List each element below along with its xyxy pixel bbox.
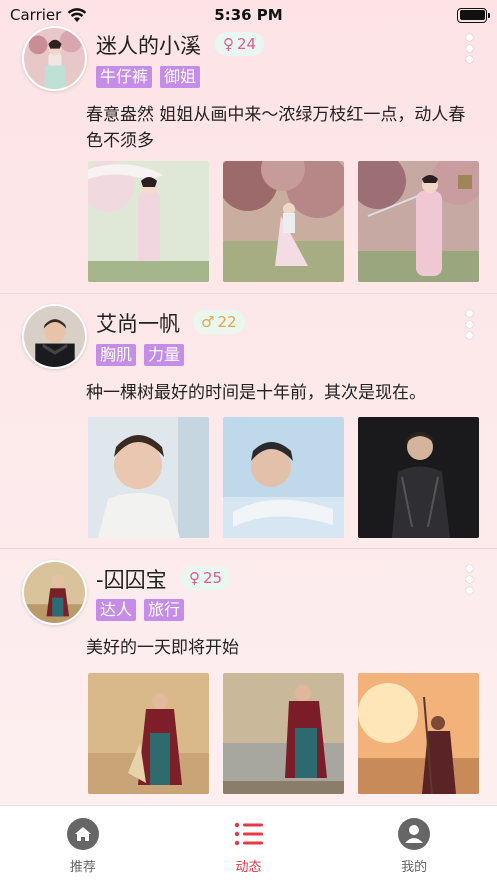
user-name[interactable]: -囚囚宝 [96, 564, 167, 594]
photo-grid [88, 673, 479, 794]
tag[interactable]: 旅行 [144, 599, 185, 621]
more-icon[interactable] [463, 310, 475, 339]
photo-grid [88, 161, 479, 282]
gender-age-badge: ♀ 25 [181, 566, 231, 590]
avatar-image [24, 562, 85, 623]
home-icon [66, 818, 99, 850]
female-icon: ♀ [223, 35, 234, 53]
tab-moments[interactable]: 动态 [166, 806, 332, 883]
post-photo[interactable] [88, 417, 209, 538]
tag[interactable]: 力量 [144, 344, 185, 366]
age-label: 24 [237, 35, 257, 53]
gender-age-badge: ♂ 22 [193, 310, 245, 334]
post-card[interactable]: -囚囚宝 ♀ 25 达人 旅行 美好的一天即将开始 [0, 549, 497, 806]
post-card[interactable]: 迷人的小溪 ♀ 24 牛仔裤 御姐 春意盎然 姐姐从画中来～浓绿万枝红一点，动人… [0, 0, 497, 294]
avatar[interactable] [22, 560, 87, 625]
post-photo[interactable] [223, 417, 344, 538]
tag[interactable]: 达人 [96, 599, 137, 621]
post-content: 美好的一天即将开始 [86, 638, 239, 658]
post-photo[interactable] [358, 417, 479, 538]
tag-list: 胸肌 力量 [96, 344, 185, 366]
post-photo[interactable] [358, 673, 479, 794]
age-label: 25 [203, 569, 223, 587]
post-photo[interactable] [223, 161, 344, 282]
tab-bar: 推荐 动态 我的 [0, 805, 497, 883]
tag-list: 牛仔裤 御姐 [96, 66, 201, 88]
avatar-image [24, 28, 85, 89]
male-icon: ♂ [201, 313, 215, 331]
female-icon: ♀ [189, 569, 200, 587]
post-photo[interactable] [88, 161, 209, 282]
list-icon [233, 818, 265, 850]
avatar-image [24, 306, 85, 367]
more-icon[interactable] [463, 565, 475, 594]
tab-label: 推荐 [69, 860, 96, 875]
post-content: 种一棵树最好的时间是十年前，其次是现在。 [86, 383, 426, 403]
post-photo[interactable] [223, 673, 344, 794]
tab-label: 我的 [401, 860, 428, 875]
more-icon[interactable] [463, 34, 475, 63]
tag[interactable]: 御姐 [160, 66, 201, 88]
user-name[interactable]: 迷人的小溪 [96, 30, 201, 60]
tag[interactable]: 牛仔裤 [96, 66, 153, 88]
gender-age-badge: ♀ 24 [215, 32, 265, 56]
tab-label: 动态 [235, 860, 262, 875]
post-card[interactable]: 艾尚一帆 ♂ 22 胸肌 力量 种一棵树最好的时间是十年前，其次是现在。 [0, 294, 497, 549]
post-photo[interactable] [88, 673, 209, 794]
post-content: 春意盎然 姐姐从画中来～浓绿万枝红一点，动人春色不须多 [86, 105, 466, 151]
avatar[interactable] [22, 304, 87, 369]
post-photo[interactable] [358, 161, 479, 282]
tag-list: 达人 旅行 [96, 599, 185, 621]
avatar[interactable] [22, 26, 87, 91]
user-name[interactable]: 艾尚一帆 [96, 308, 180, 338]
tag[interactable]: 胸肌 [96, 344, 137, 366]
tab-recommend[interactable]: 推荐 [0, 806, 166, 883]
age-label: 22 [217, 313, 237, 331]
photo-grid [88, 417, 479, 538]
user-icon [398, 818, 431, 850]
tab-mine[interactable]: 我的 [331, 806, 497, 883]
